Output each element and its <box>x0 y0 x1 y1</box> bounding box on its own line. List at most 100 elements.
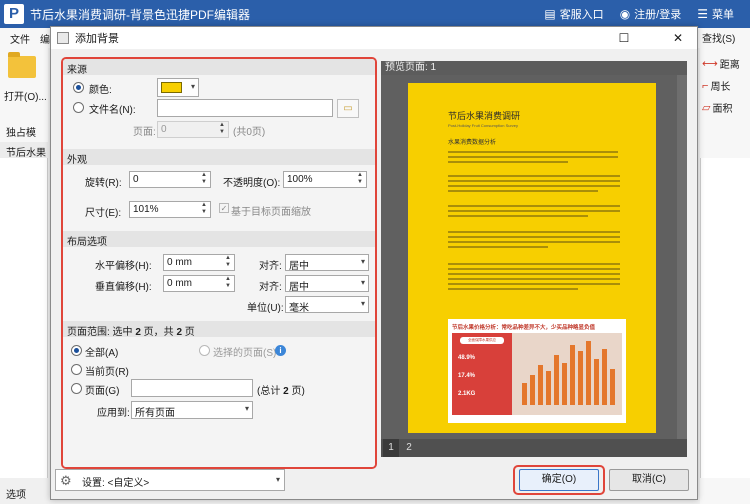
current-page-radio[interactable] <box>71 364 82 375</box>
cancel-button[interactable]: 取消(C) <box>609 469 689 491</box>
rotate-spin-icon[interactable]: ▲ ▼ <box>199 172 209 187</box>
distance-tool[interactable]: ⟷ 距离 <box>702 56 740 71</box>
unit-label: 单位(U): <box>247 303 284 314</box>
preview-text-line <box>448 205 620 207</box>
h-align-label: 对齐: <box>259 261 282 272</box>
preview-chart-pill: 全面保障水果供应 <box>460 337 504 344</box>
chevron-down-icon: ▾ <box>360 257 365 266</box>
preview-infographic: 节后水果价格分析：常吃品种差异不大，少买品种略显负值 全面保障水果供应 48.9… <box>448 319 626 423</box>
size-spin-icon[interactable]: ▲ ▼ <box>199 202 209 217</box>
document-canvas-left <box>0 158 48 478</box>
customer-service-button[interactable]: ▤ 客服入口 <box>544 6 603 22</box>
perimeter-tool[interactable]: ⌐ 周长 <box>702 78 730 94</box>
user-icon: ◉ <box>619 7 631 21</box>
file-name-field[interactable] <box>157 99 333 117</box>
current-page-label: 当前页(R) <box>85 367 129 378</box>
preview-text-line <box>448 156 618 158</box>
v-offset-spin-icon[interactable]: ▲ ▼ <box>223 276 233 291</box>
color-radio[interactable] <box>73 82 84 93</box>
selected-pages-radio[interactable] <box>199 345 210 356</box>
page-spin-icon[interactable]: ▲ ▼ <box>217 122 227 137</box>
preview-doc-section: 水果消费数据分析 <box>448 140 497 146</box>
dialog-maximize-button[interactable]: ☐ <box>609 27 639 49</box>
page-range-label: 页面(G) <box>85 386 120 397</box>
preview-pager: 1 2 <box>381 439 687 457</box>
v-align-select[interactable]: 居中 ▾ <box>285 275 369 292</box>
unit-select[interactable]: 毫米 ▾ <box>285 296 369 313</box>
color-picker-button[interactable]: ▾ <box>157 78 199 97</box>
chevron-down-icon: ▾ <box>244 404 249 413</box>
size-field[interactable]: 101% ▲ ▼ <box>129 201 211 218</box>
h-offset-spin-icon[interactable]: ▲ ▼ <box>223 255 233 270</box>
exclusive-mode-label[interactable]: 独占模 <box>0 118 48 142</box>
preview-text-line <box>448 151 618 153</box>
menu-button[interactable]: ☰ 菜单 <box>697 6 734 22</box>
preview-page-1-tab[interactable]: 1 <box>383 439 399 457</box>
scale-to-page-checkbox[interactable]: ✓ <box>219 203 229 213</box>
preview-chart-bar <box>554 355 559 405</box>
apply-to-select[interactable]: 所有页面 ▾ <box>131 401 253 419</box>
settings-pane: 来源 颜色: ▾ 文件名(N): ▭ 页面: 0 ▲ ▼ (共0页) 外观 旋转(… <box>61 57 377 469</box>
preview-text-line <box>448 246 548 248</box>
rotate-label: 旋转(R): <box>85 178 122 189</box>
source-page-field[interactable]: 0 ▲ ▼ <box>157 121 229 138</box>
login-button[interactable]: ◉ 注册/登录 <box>620 6 682 22</box>
page-range-field[interactable] <box>131 379 253 397</box>
page-range-radio[interactable] <box>71 383 82 394</box>
preview-chart-bar <box>602 349 607 405</box>
settings-select[interactable]: ⚙ 设置: <自定义> ▾ <box>55 469 285 491</box>
selected-pages-label: 选择的页面(S) <box>213 348 277 359</box>
preview-page: 节后水果消费调研 Post-Holiday Fruit Consumption … <box>408 83 656 433</box>
h-offset-field[interactable]: 0 mm ▲ ▼ <box>163 254 235 271</box>
perimeter-icon: ⌐ <box>702 79 709 92</box>
app-logo: P <box>4 4 24 24</box>
dialog-close-button[interactable]: ✕ <box>663 27 693 49</box>
menu-file[interactable]: 文件 <box>10 31 30 46</box>
appearance-section: 旋转(R): 0 ▲ ▼ 不透明度(O): 100% ▲ ▼ 尺寸(E): 101%… <box>63 165 375 231</box>
preview-text-line <box>448 185 620 187</box>
preview-page-2-tab[interactable]: 2 <box>401 439 417 457</box>
find-button[interactable]: 查找(S) <box>702 30 735 45</box>
document-tab[interactable]: 节后水果 <box>0 142 48 159</box>
page-range-section: 全部(A) 选择的页面(S) i 当前页(R) 页面(G) (总计 2 页) 应… <box>63 337 375 467</box>
open-button-label[interactable]: 打开(O)... <box>4 88 47 103</box>
area-icon: ▱ <box>702 102 711 114</box>
preview-text-line <box>448 180 620 182</box>
preview-text-line <box>448 175 620 177</box>
add-background-dialog: 添加背景 ☐ ✕ 来源 颜色: ▾ 文件名(N): ▭ 页面: 0 ▲ ▼ (共0… <box>50 26 698 500</box>
preview-chart-stat: 2.1KG <box>458 391 476 397</box>
ok-button[interactable]: 确定(O) <box>519 469 599 491</box>
h-offset-label: 水平偏移(H): <box>95 261 152 272</box>
menu-edit[interactable]: 编 <box>40 31 50 46</box>
rotate-field[interactable]: 0 ▲ ▼ <box>129 171 211 188</box>
document-canvas-right <box>700 158 750 478</box>
area-tool[interactable]: ▱ 面积 <box>702 100 732 115</box>
browse-folder-icon[interactable]: ▭ <box>337 99 359 118</box>
folder-icon[interactable] <box>8 52 36 78</box>
file-radio[interactable] <box>73 102 84 113</box>
gear-icon: ⚙ <box>60 473 72 488</box>
preview-text-line <box>448 263 620 265</box>
opacity-field[interactable]: 100% ▲ ▼ <box>283 171 367 188</box>
options-label[interactable]: 选项 <box>0 478 48 504</box>
all-pages-radio[interactable] <box>71 345 82 356</box>
v-align-label: 对齐: <box>259 282 282 293</box>
h-align-select[interactable]: 居中 ▾ <box>285 254 369 271</box>
file-name-label: 文件名(N): <box>89 105 136 116</box>
chevron-down-icon: ▾ <box>360 278 365 287</box>
preview-chart-bar <box>578 351 583 405</box>
app-title: 节后水果消费调研-背景色迅捷PDF编辑器 <box>30 7 250 22</box>
page-range-header: 页面范围: 选中 2 页，共 2 页 <box>63 321 375 338</box>
hamburger-icon: ☰ <box>697 7 708 21</box>
customer-service-label: 客服入口 <box>559 9 604 21</box>
source-section-header: 来源 <box>63 59 375 76</box>
preview-doc-title: 节后水果消费调研 <box>448 111 521 121</box>
info-icon[interactable]: i <box>275 345 286 356</box>
preview-chart-bar <box>570 345 575 405</box>
preview-header: 预览页面: 1 <box>381 61 687 75</box>
menu-label: 菜单 <box>712 9 734 21</box>
opacity-spin-icon[interactable]: ▲ ▼ <box>355 172 365 187</box>
all-pages-label: 全部(A) <box>85 348 119 359</box>
v-offset-field[interactable]: 0 mm ▲ ▼ <box>163 275 235 292</box>
preview-scrollbar[interactable] <box>677 75 687 439</box>
